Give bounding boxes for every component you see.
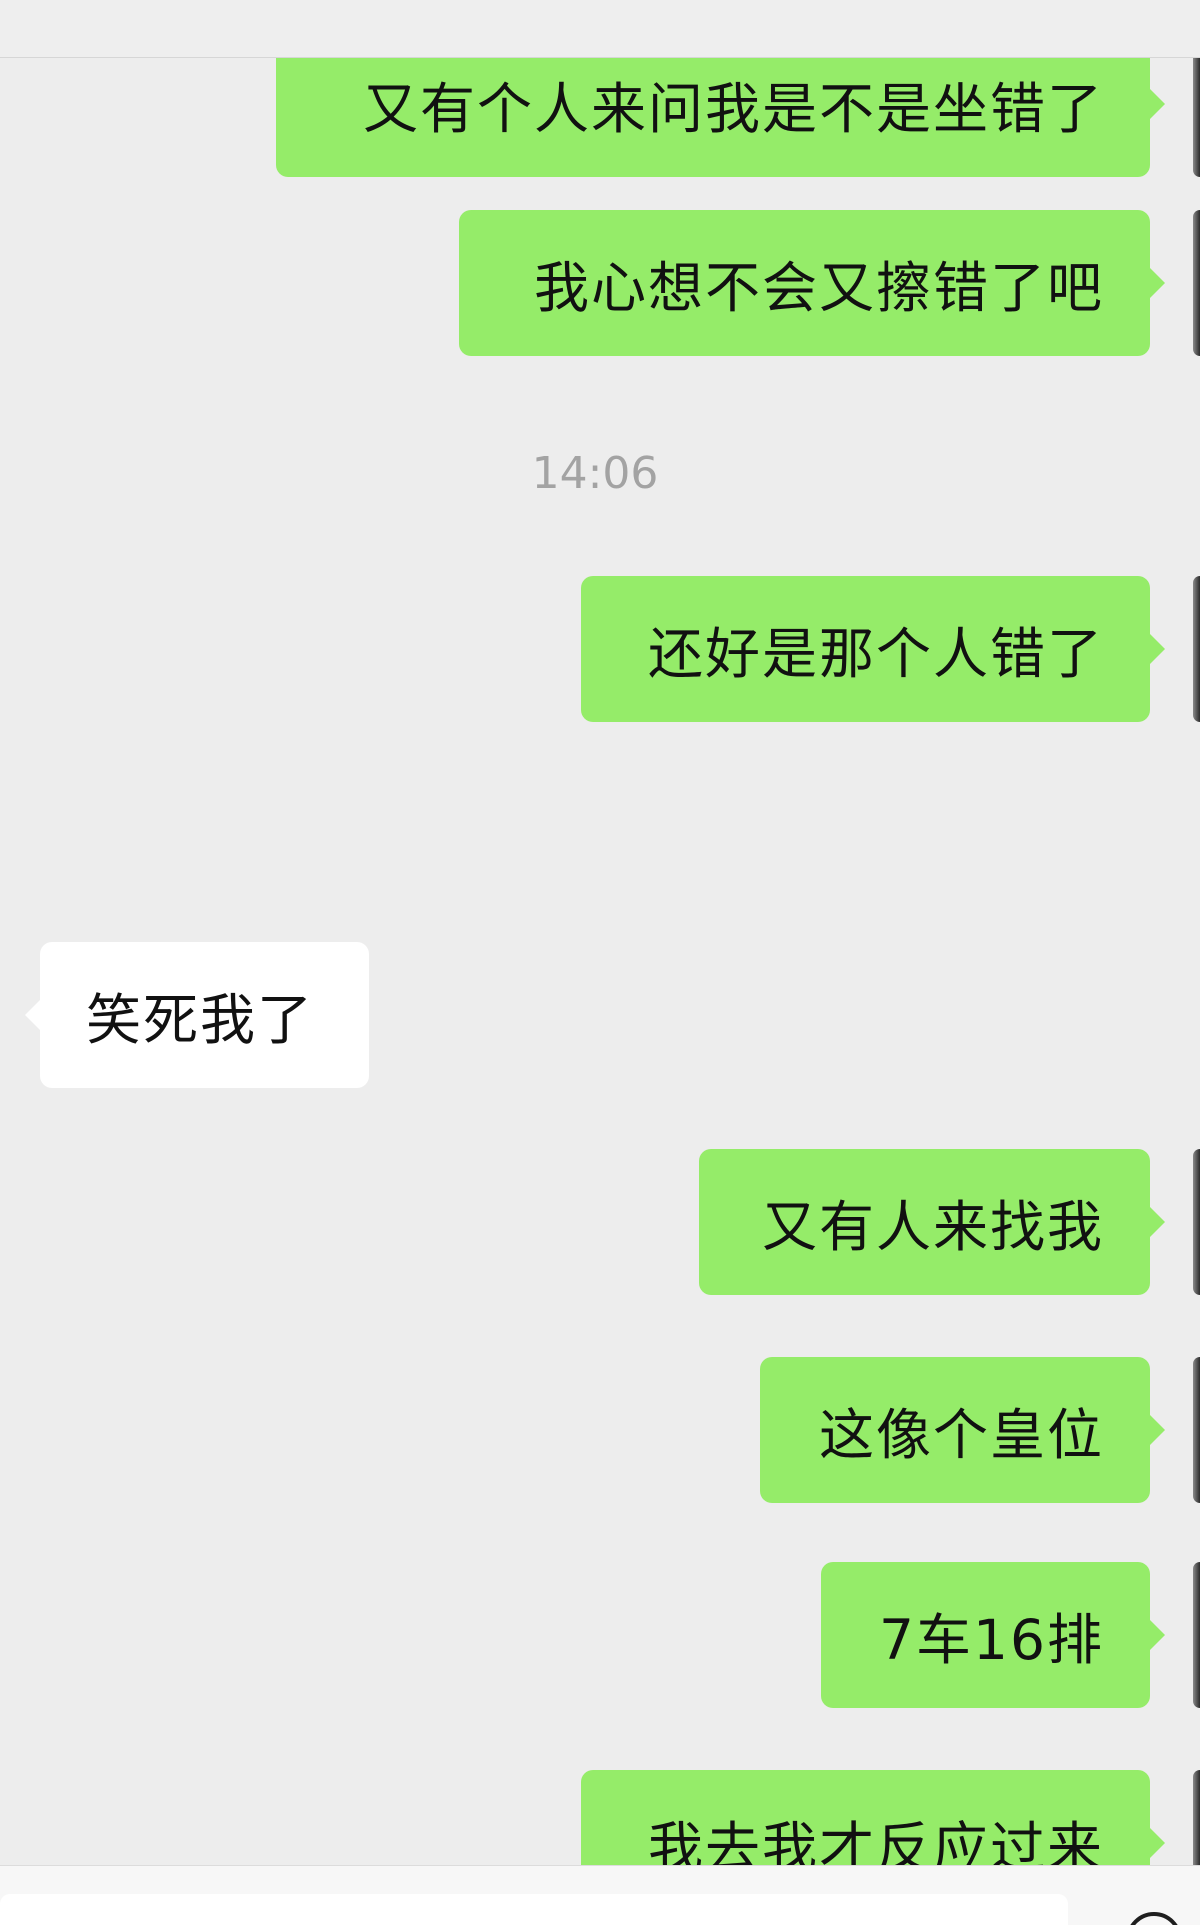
message-input[interactable] [0, 1894, 1068, 1925]
avatar[interactable] [1193, 1357, 1200, 1503]
avatar[interactable] [1193, 58, 1200, 177]
avatar[interactable] [1193, 1562, 1200, 1708]
chat-screen: 又有个人来问我是不是坐错了 我心想不会又擦错了吧 14:06 还好是那个人错了 … [0, 0, 1200, 1925]
message-bubble-outgoing[interactable]: 还好是那个人错了 [581, 576, 1165, 722]
avatar[interactable] [1193, 210, 1200, 356]
message-bubble-incoming[interactable]: 笑死我了 [25, 942, 369, 1088]
message-text: 又有人来找我 [761, 1195, 1104, 1259]
avatar[interactable] [1193, 576, 1200, 722]
message-text: 这像个皇位 [818, 1403, 1104, 1467]
message-text: 我去我才反应过来 [647, 1816, 1104, 1865]
message-text: 还好是那个人错了 [647, 622, 1104, 686]
top-bar [0, 0, 1200, 58]
message-bubble-outgoing[interactable]: 7车16排 [821, 1562, 1165, 1708]
message-bubble-outgoing[interactable]: 这像个皇位 [760, 1357, 1165, 1503]
input-bar [0, 1865, 1200, 1925]
message-bubble-outgoing[interactable]: 我去我才反应过来 [581, 1770, 1165, 1865]
avatar[interactable] [1193, 1770, 1200, 1865]
message-timestamp: 14:06 [531, 448, 659, 499]
message-text: 7车16排 [879, 1608, 1104, 1672]
message-bubble-outgoing[interactable]: 我心想不会又擦错了吧 [459, 210, 1165, 356]
message-text: 我心想不会又擦错了吧 [533, 256, 1104, 320]
avatar[interactable] [1193, 1149, 1200, 1295]
emoji-icon[interactable] [1126, 1912, 1182, 1925]
message-bubble-outgoing[interactable]: 又有个人来问我是不是坐错了 [276, 58, 1165, 177]
message-bubble-outgoing[interactable]: 又有人来找我 [699, 1149, 1165, 1295]
message-list[interactable]: 又有个人来问我是不是坐错了 我心想不会又擦错了吧 14:06 还好是那个人错了 … [0, 58, 1200, 1865]
message-text: 笑死我了 [86, 988, 315, 1052]
message-text: 又有个人来问我是不是坐错了 [362, 77, 1104, 141]
